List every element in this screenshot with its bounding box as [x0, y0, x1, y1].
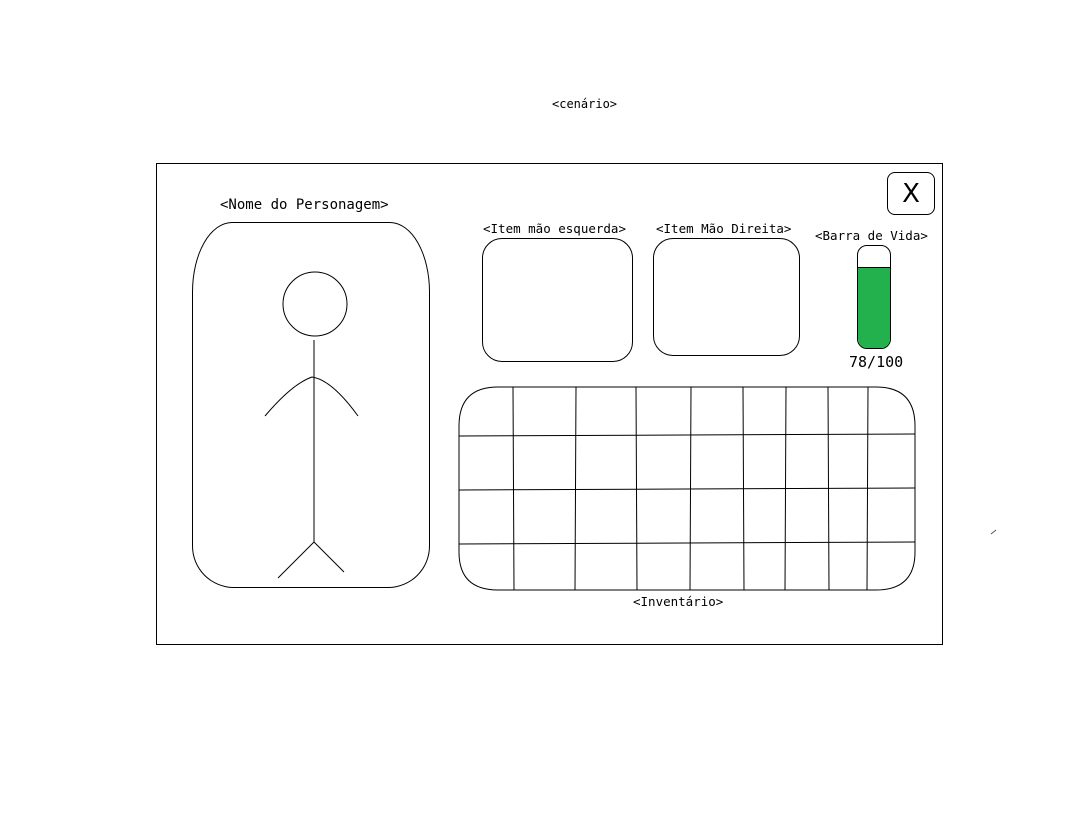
- close-button[interactable]: X: [887, 172, 935, 215]
- stick-figure-icon: [264, 271, 359, 579]
- right-hand-label: <Item Mão Direita>: [656, 221, 792, 236]
- right-hand-slot[interactable]: [653, 238, 800, 356]
- inventory-column-line: [635, 386, 638, 591]
- inventory-row-line: [458, 541, 916, 545]
- health-bar-label: <Barra de Vida>: [815, 228, 928, 243]
- inventory-label: <Inventário>: [633, 594, 724, 609]
- inventory-grid[interactable]: [458, 386, 916, 591]
- left-hand-label: <Item mão esquerda>: [483, 221, 626, 236]
- health-bar-fill: [858, 267, 890, 348]
- inventory-column-line: [574, 386, 577, 591]
- inventory-row-line: [458, 487, 916, 491]
- inventory-column-line: [512, 386, 515, 591]
- stray-mark: [990, 529, 997, 535]
- left-hand-slot[interactable]: [482, 238, 633, 362]
- health-bar: [857, 245, 891, 349]
- health-value: 78/100: [849, 353, 904, 371]
- character-name: <Nome do Personagem>: [220, 197, 389, 213]
- scene-label: <cenário>: [552, 97, 618, 111]
- inventory-row-line: [458, 433, 916, 437]
